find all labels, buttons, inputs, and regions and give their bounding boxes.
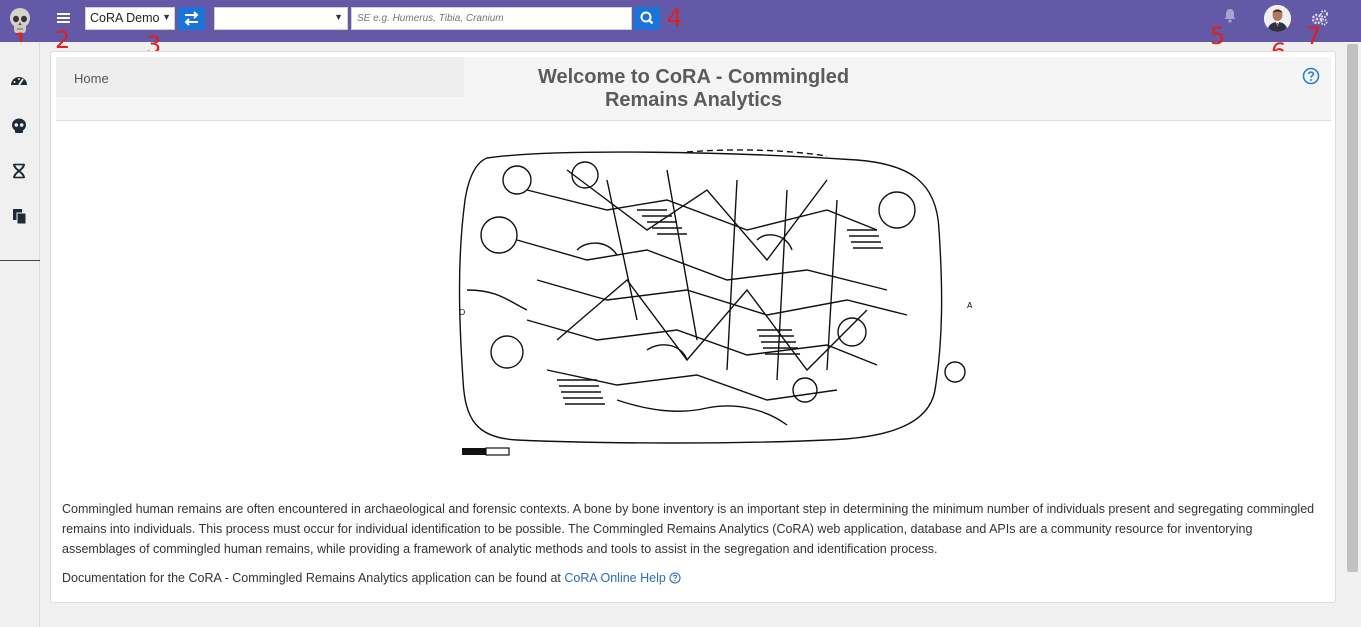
panel-header: Home Welcome to CoRA - Commingled Remain… <box>56 57 1331 121</box>
documentation-line: Documentation for the CoRA - Commingled … <box>62 568 1324 588</box>
documentation-text: Documentation for the CoRA - Commingled … <box>62 571 561 585</box>
annotation-label: 4 <box>667 4 683 32</box>
burial-illustration: O A <box>407 140 977 460</box>
help-icon[interactable] <box>1302 67 1320 85</box>
search-button[interactable] <box>634 7 660 30</box>
skull-icon <box>12 118 26 133</box>
search-input[interactable] <box>351 7 632 30</box>
sidebar-item-remains[interactable] <box>10 117 28 135</box>
page-title: Welcome to CoRA - Commingled Remains Ana… <box>486 66 901 112</box>
sidebar-divider <box>0 260 40 261</box>
intro-paragraph: Commingled human remains are often encou… <box>62 502 1315 556</box>
category-select[interactable]: ▼ <box>214 7 348 30</box>
sidebar <box>0 42 40 627</box>
sidebar-item-dna[interactable] <box>10 162 28 180</box>
chevron-down-icon: ▼ <box>334 12 343 22</box>
dna-icon <box>13 163 25 179</box>
dataset-select-value: CoRA Demo <box>90 11 160 25</box>
main-panel: Home Welcome to CoRA - Commingled Remain… <box>50 51 1336 603</box>
copy-icon <box>13 209 27 225</box>
breadcrumb: Home <box>56 57 464 97</box>
dataset-select[interactable]: CoRA Demo ▼ <box>85 7 175 30</box>
page-title-line-2: Remains Analytics <box>604 89 783 111</box>
breadcrumb-home[interactable]: Home <box>74 71 109 86</box>
menu-toggle-icon[interactable] <box>57 12 70 25</box>
sidebar-item-dashboard[interactable] <box>10 72 28 90</box>
user-avatar[interactable] <box>1264 5 1291 32</box>
annotation-label: 2 <box>55 26 71 54</box>
search-icon <box>640 11 654 25</box>
figure-right-marker: A <box>967 301 973 310</box>
annotation-label: 7 <box>1306 22 1322 50</box>
scrollbar-thumb[interactable] <box>1347 44 1358 572</box>
help-circle-icon[interactable] <box>669 572 681 584</box>
dashboard-icon <box>11 77 27 86</box>
switch-dataset-button[interactable] <box>178 7 205 30</box>
notifications-bell-icon[interactable] <box>1223 8 1237 23</box>
sidebar-item-documents[interactable] <box>10 207 28 225</box>
figure-left-marker: O <box>459 308 465 317</box>
online-help-link[interactable]: CoRA Online Help <box>564 571 665 585</box>
swap-icon <box>184 11 199 26</box>
page-scrollbar[interactable] <box>1344 42 1361 627</box>
chevron-down-icon: ▼ <box>162 12 171 22</box>
annotation-label: 5 <box>1210 22 1226 50</box>
page-title-line-1: Welcome to CoRA - Commingled <box>537 66 850 88</box>
